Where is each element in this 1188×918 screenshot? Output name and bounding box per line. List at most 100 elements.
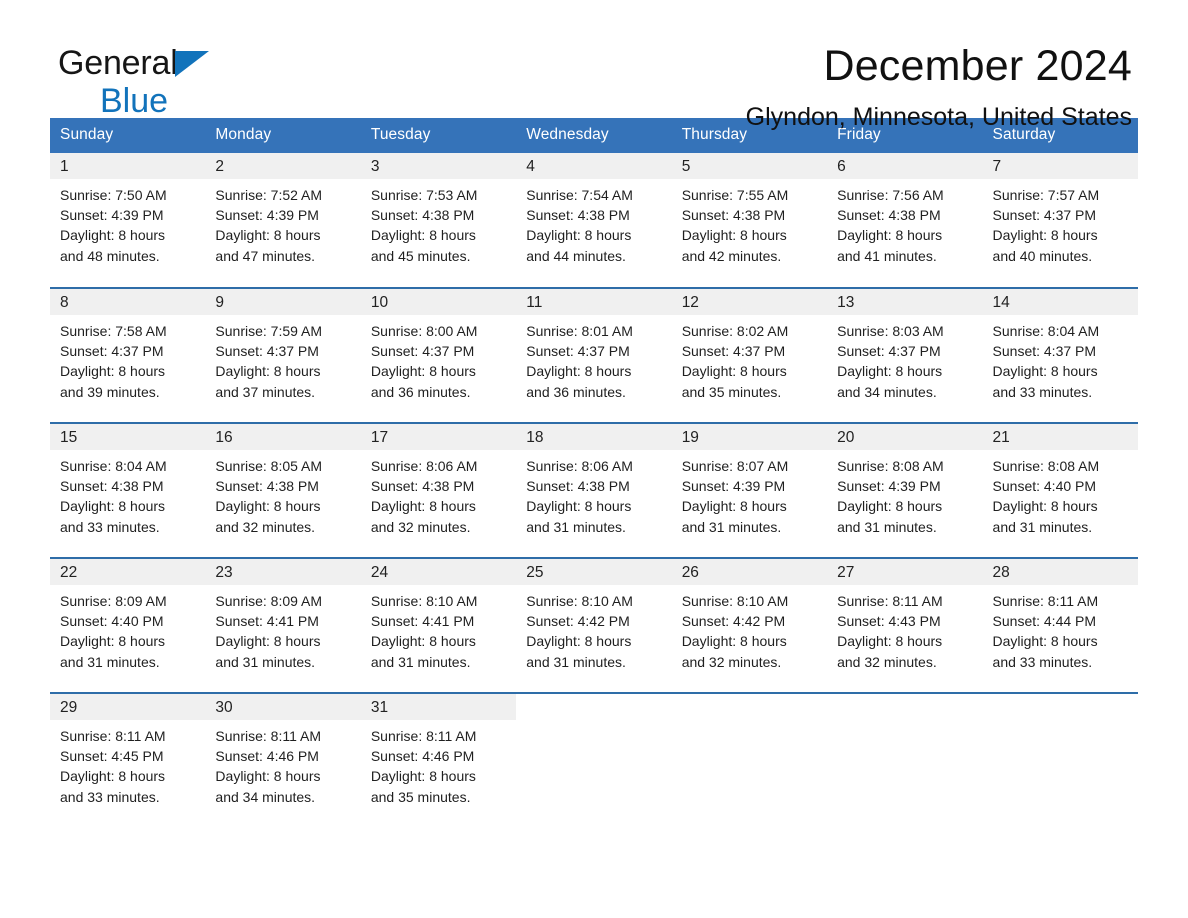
- day-cell[interactable]: 14 Sunrise: 8:04 AM Sunset: 4:37 PM Dayligh…: [982, 289, 1138, 422]
- day-number: 6: [827, 153, 983, 179]
- calendar-cell: 30 Sunrise: 8:11 AM Sunset: 4:46 PM Dayligh…: [205, 692, 361, 828]
- sunset-text: Sunset: 4:40 PM: [60, 613, 164, 630]
- day-cell: [827, 694, 982, 827]
- day-cell[interactable]: 18 Sunrise: 8:06 AM Sunset: 4:38 PM Dayligh…: [516, 424, 672, 557]
- day-number: 10: [360, 289, 517, 315]
- sunrise-text: Sunrise: 8:08 AM: [992, 458, 1100, 474]
- day-cell[interactable]: 15 Sunrise: 8:04 AM Sunset: 4:38 PM Dayligh…: [50, 424, 206, 557]
- logo-text-general: General: [58, 44, 178, 82]
- daylight-text-line2: and 31 minutes.: [526, 518, 626, 535]
- day-number: 21: [982, 424, 1138, 450]
- daylight-text-line2: and 31 minutes.: [837, 518, 937, 535]
- day-cell[interactable]: 5 Sunrise: 7:55 AM Sunset: 4:38 PM Daylight…: [671, 153, 828, 286]
- day-number: 11: [516, 289, 672, 315]
- day-number: 30: [205, 694, 361, 720]
- day-details: Sunrise: 8:07 AM Sunset: 4:39 PM Daylight:…: [672, 450, 827, 537]
- day-cell[interactable]: 24 Sunrise: 8:10 AM Sunset: 4:41 PM Dayligh…: [360, 559, 517, 692]
- daylight-text-line2: and 34 minutes.: [215, 788, 316, 805]
- sunrise-text: Sunrise: 7:53 AM: [370, 187, 478, 203]
- day-cell[interactable]: 16 Sunrise: 8:05 AM Sunset: 4:38 PM Dayligh…: [205, 424, 361, 557]
- day-cell[interactable]: 31 Sunrise: 8:11 AM Sunset: 4:46 PM Dayligh…: [360, 694, 517, 827]
- daylight-text-line2: and 31 minutes.: [526, 653, 626, 670]
- sunset-text: Sunset: 4:39 PM: [215, 207, 319, 224]
- day-cell[interactable]: 30 Sunrise: 8:11 AM Sunset: 4:46 PM Dayligh…: [205, 694, 361, 827]
- day-details: Sunrise: 8:10 AM Sunset: 4:42 PM Daylight:…: [516, 585, 671, 672]
- daylight-text-line1: Daylight: 8 hours: [837, 633, 943, 650]
- day-cell[interactable]: 28 Sunrise: 8:11 AM Sunset: 4:44 PM Dayligh…: [982, 559, 1138, 692]
- day-number: 1: [50, 153, 206, 179]
- calendar-cell: 21 Sunrise: 8:08 AM Sunset: 4:40 PM Dayligh…: [982, 422, 1138, 558]
- calendar-cell: 3 Sunrise: 7:53 AM Sunset: 4:38 PM Daylight…: [360, 153, 517, 288]
- day-cell[interactable]: 9 Sunrise: 7:59 AM Sunset: 4:37 PM Daylight…: [205, 289, 361, 422]
- day-number: [827, 694, 982, 720]
- daylight-text-line2: and 31 minutes.: [60, 653, 160, 670]
- day-cell[interactable]: 23 Sunrise: 8:09 AM Sunset: 4:41 PM Dayligh…: [205, 559, 361, 692]
- calendar-cell: 12 Sunrise: 8:02 AM Sunset: 4:37 PM Dayligh…: [671, 287, 828, 423]
- day-details: Sunrise: 8:10 AM Sunset: 4:42 PM Daylight:…: [672, 585, 827, 672]
- daylight-text-line2: and 37 minutes.: [215, 383, 316, 400]
- daylight-text-line2: and 40 minutes.: [992, 247, 1093, 264]
- sunset-text: Sunset: 4:37 PM: [215, 343, 319, 360]
- day-cell[interactable]: 29 Sunrise: 8:11 AM Sunset: 4:45 PM Dayligh…: [50, 694, 206, 827]
- day-cell[interactable]: 12 Sunrise: 8:02 AM Sunset: 4:37 PM Dayligh…: [671, 289, 828, 422]
- day-cell[interactable]: 2 Sunrise: 7:52 AM Sunset: 4:39 PM Daylight…: [205, 153, 361, 286]
- day-cell: [983, 694, 1138, 827]
- day-number: 25: [516, 559, 672, 585]
- daylight-text-line1: Daylight: 8 hours: [60, 633, 166, 650]
- general-blue-logo[interactable]: General Blue: [58, 46, 212, 118]
- day-cell[interactable]: 27 Sunrise: 8:11 AM Sunset: 4:43 PM Dayligh…: [827, 559, 983, 692]
- sunset-text: Sunset: 4:37 PM: [837, 343, 941, 360]
- day-number: 8: [50, 289, 206, 315]
- day-cell[interactable]: 17 Sunrise: 8:06 AM Sunset: 4:38 PM Dayligh…: [360, 424, 517, 557]
- sunset-text: Sunset: 4:46 PM: [215, 748, 319, 765]
- day-cell[interactable]: 1 Sunrise: 7:50 AM Sunset: 4:39 PM Daylight…: [50, 153, 206, 286]
- day-cell[interactable]: 4 Sunrise: 7:54 AM Sunset: 4:38 PM Daylight…: [516, 153, 672, 286]
- sunset-text: Sunset: 4:45 PM: [60, 748, 164, 765]
- page-header: General Blue December 2024 Glyndon, Minn…: [50, 0, 1138, 131]
- calendar-cell: 31 Sunrise: 8:11 AM Sunset: 4:46 PM Dayligh…: [360, 692, 517, 828]
- calendar-cell: 23 Sunrise: 8:09 AM Sunset: 4:41 PM Dayligh…: [205, 557, 361, 693]
- day-details: Sunrise: 8:02 AM Sunset: 4:37 PM Daylight:…: [672, 315, 827, 402]
- day-cell[interactable]: 7 Sunrise: 7:57 AM Sunset: 4:37 PM Daylight…: [982, 153, 1138, 286]
- day-cell[interactable]: 6 Sunrise: 7:56 AM Sunset: 4:38 PM Daylight…: [827, 153, 983, 286]
- calendar-week-row: 29 Sunrise: 8:11 AM Sunset: 4:45 PM Dayligh…: [50, 692, 1138, 828]
- daylight-text-line2: and 31 minutes.: [681, 518, 782, 535]
- day-cell[interactable]: 21 Sunrise: 8:08 AM Sunset: 4:40 PM Dayligh…: [982, 424, 1138, 557]
- day-cell[interactable]: 8 Sunrise: 7:58 AM Sunset: 4:37 PM Daylight…: [50, 289, 206, 422]
- sunrise-text: Sunrise: 7:56 AM: [837, 187, 944, 203]
- daylight-text-line1: Daylight: 8 hours: [370, 768, 476, 785]
- sunset-text: Sunset: 4:42 PM: [681, 613, 786, 630]
- day-cell[interactable]: 25 Sunrise: 8:10 AM Sunset: 4:42 PM Dayligh…: [516, 559, 672, 692]
- sunset-text: Sunset: 4:37 PM: [370, 343, 475, 360]
- daylight-text-line1: Daylight: 8 hours: [60, 227, 166, 244]
- daylight-text-line1: Daylight: 8 hours: [837, 227, 943, 244]
- sunset-text: Sunset: 4:37 PM: [992, 207, 1097, 224]
- sunset-text: Sunset: 4:46 PM: [370, 748, 475, 765]
- day-number: 31: [360, 694, 517, 720]
- daylight-text-line1: Daylight: 8 hours: [992, 363, 1098, 380]
- day-details: Sunrise: 8:04 AM Sunset: 4:37 PM Daylight:…: [983, 315, 1138, 402]
- sunrise-text: Sunrise: 8:06 AM: [526, 458, 633, 474]
- calendar-cell: 22 Sunrise: 8:09 AM Sunset: 4:40 PM Dayligh…: [50, 557, 206, 693]
- day-cell[interactable]: 10 Sunrise: 8:00 AM Sunset: 4:37 PM Dayligh…: [360, 289, 517, 422]
- day-cell[interactable]: 11 Sunrise: 8:01 AM Sunset: 4:37 PM Dayligh…: [516, 289, 672, 422]
- calendar-week-row: 8 Sunrise: 7:58 AM Sunset: 4:37 PM Daylight…: [50, 287, 1138, 423]
- logo-text-blue: Blue: [100, 82, 169, 120]
- day-number: 18: [516, 424, 672, 450]
- day-cell[interactable]: 22 Sunrise: 8:09 AM Sunset: 4:40 PM Dayligh…: [50, 559, 206, 692]
- calendar-cell: 25 Sunrise: 8:10 AM Sunset: 4:42 PM Dayligh…: [516, 557, 672, 693]
- sunrise-text: Sunrise: 7:55 AM: [681, 187, 789, 203]
- calendar-cell: 9 Sunrise: 7:59 AM Sunset: 4:37 PM Daylight…: [205, 287, 361, 423]
- daylight-text-line2: and 36 minutes.: [526, 383, 626, 400]
- day-cell[interactable]: 3 Sunrise: 7:53 AM Sunset: 4:38 PM Daylight…: [360, 153, 517, 286]
- day-cell[interactable]: 26 Sunrise: 8:10 AM Sunset: 4:42 PM Dayligh…: [671, 559, 828, 692]
- day-cell[interactable]: 20 Sunrise: 8:08 AM Sunset: 4:39 PM Dayligh…: [827, 424, 983, 557]
- day-cell[interactable]: 19 Sunrise: 8:07 AM Sunset: 4:39 PM Dayligh…: [671, 424, 828, 557]
- day-number: 7: [982, 153, 1138, 179]
- day-cell[interactable]: 13 Sunrise: 8:03 AM Sunset: 4:37 PM Dayligh…: [827, 289, 983, 422]
- day-details: Sunrise: 8:06 AM Sunset: 4:38 PM Daylight:…: [516, 450, 671, 537]
- sunset-text: Sunset: 4:39 PM: [837, 478, 941, 495]
- day-number: 29: [50, 694, 206, 720]
- sunrise-text: Sunrise: 8:04 AM: [60, 458, 167, 474]
- sunset-text: Sunset: 4:39 PM: [681, 478, 786, 495]
